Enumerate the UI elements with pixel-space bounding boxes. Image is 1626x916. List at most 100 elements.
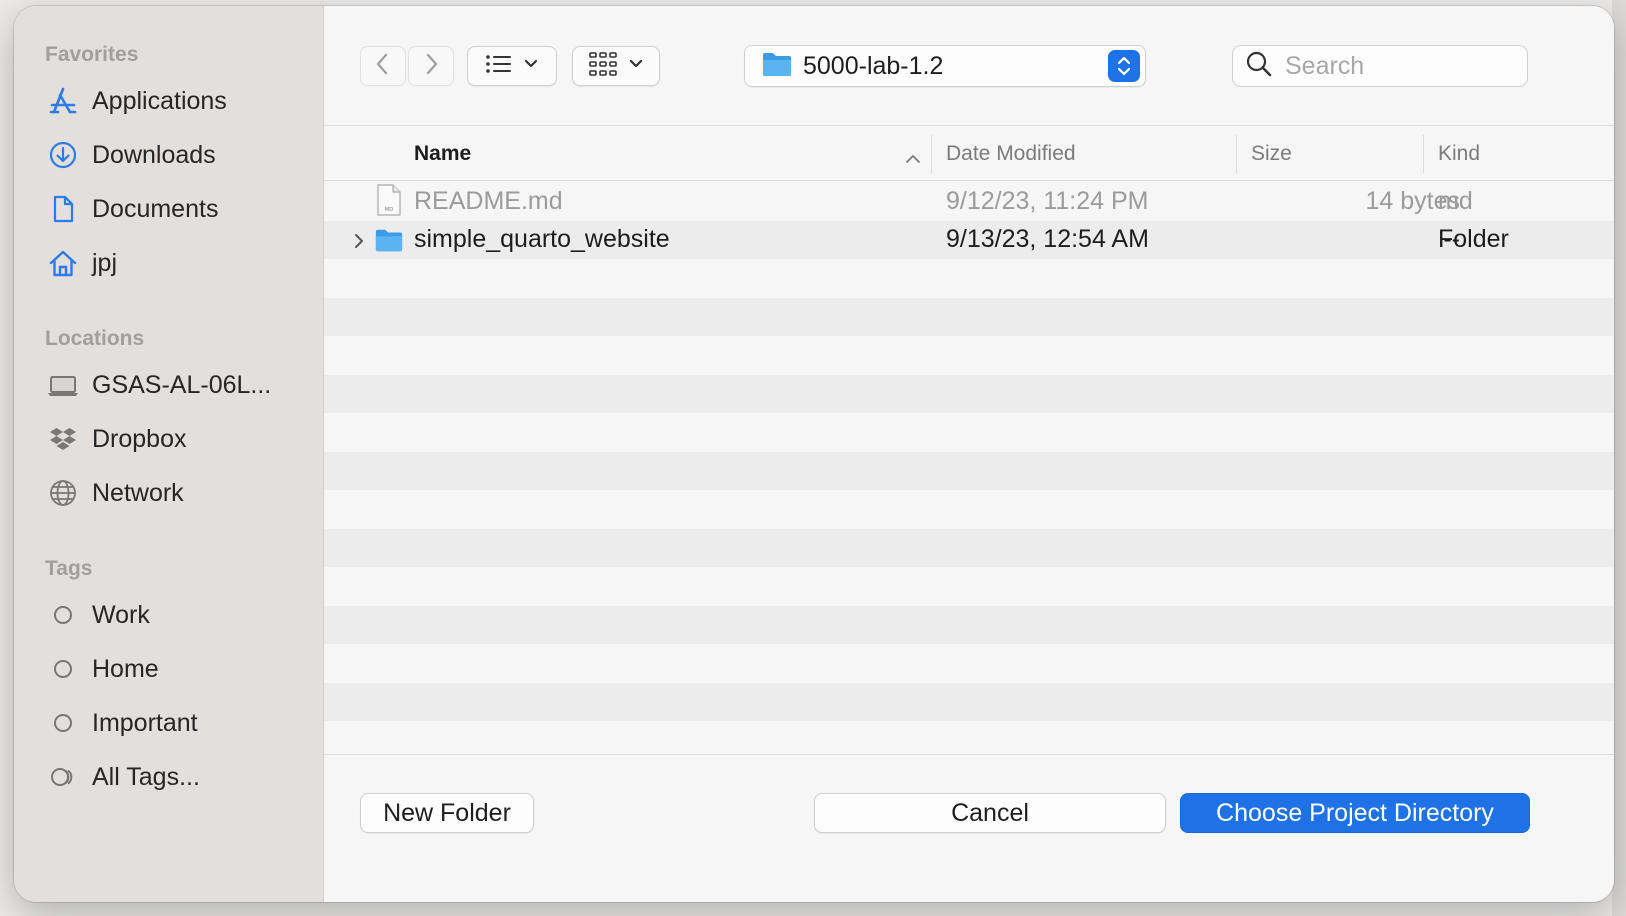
grid-icon [588,51,618,82]
dropbox-icon [46,422,80,456]
sidebar-item-label: Network [92,478,184,507]
sidebar-item-label: Dropbox [92,424,187,453]
tag-circle-icon [46,652,80,686]
sidebar-item-label: All Tags... [92,762,200,791]
chevron-down-icon [628,57,644,75]
file-kind: Folder [1438,225,1509,254]
column-date-modified[interactable]: Date Modified [946,127,1236,181]
sidebar-item-computer[interactable]: GSAS-AL-06L... [14,358,323,412]
list-icon [485,53,513,80]
empty-row [324,336,1614,375]
column-separator [931,135,932,173]
list-view-button[interactable] [467,46,557,86]
column-separator [1236,135,1237,173]
new-folder-button[interactable]: New Folder [360,793,534,833]
column-name[interactable]: Name [414,127,934,181]
file-kind: md [1438,186,1473,215]
file-name: simple_quarto_website [414,225,670,254]
search-input[interactable] [1285,51,1505,81]
choose-project-directory-button[interactable]: Choose Project Directory [1180,793,1530,833]
chevron-down-icon [523,57,539,75]
toolbar: 5000-lab-1.2 [324,6,1614,126]
tags-header: Tags [45,557,93,580]
sidebar-item-home[interactable]: jpj [14,236,323,290]
column-separator [1423,135,1424,173]
background-window-edge [1612,0,1626,916]
sidebar-item-tag-work[interactable]: Work [14,588,323,642]
chevron-right-icon [421,52,441,81]
locations-header: Locations [45,327,145,350]
documents-icon [46,192,80,226]
sidebar-item-label: Home [92,654,159,683]
sidebar-item-label: jpj [92,248,118,277]
list-bottom-divider [324,754,1614,755]
sidebar-item-all-tags[interactable]: All Tags... [14,750,323,804]
sidebar-item-network[interactable]: Network [14,466,323,520]
downloads-icon [46,138,80,172]
empty-row [324,451,1614,490]
file-browser: 5000-lab-1.2 Name Date [324,6,1614,902]
empty-row [324,413,1614,452]
sidebar-item-applications[interactable]: Applications [14,74,323,128]
home-icon [46,246,80,280]
applications-icon [46,84,80,118]
empty-row [324,374,1614,413]
file-date: 9/13/23, 12:54 AM [946,225,1149,254]
empty-row [324,259,1614,298]
back-button[interactable] [360,46,406,86]
sidebar-item-label: Applications [92,86,227,115]
column-kind[interactable]: Kind [1438,127,1588,181]
file-row-readme[interactable]: MD README.md 9/12/23, 11:24 PM 14 bytes … [324,182,1614,221]
column-header: Name Date Modified Size Kind [324,127,1614,181]
file-list: MD README.md 9/12/23, 11:24 PM 14 bytes … [324,182,1614,754]
column-name-label: Name [414,142,472,165]
favorites-header: Favorites [45,43,139,66]
file-name: README.md [414,186,563,215]
forward-button[interactable] [408,46,454,86]
location-label: 5000-lab-1.2 [803,51,944,80]
sidebar-item-documents[interactable]: Documents [14,182,323,236]
favorites-section: Favorites Applications Downloads Documen… [14,40,323,290]
popup-stepper-icon [1108,50,1140,82]
locations-section: Locations GSAS-AL-06L... Dropbox Network [14,324,323,520]
column-kind-label: Kind [1438,142,1481,165]
empty-row [324,567,1614,606]
cancel-button[interactable]: Cancel [814,793,1166,833]
disclosure-triangle-icon[interactable] [352,229,366,258]
sort-ascending-icon [904,147,922,171]
column-date-label: Date Modified [946,142,1076,165]
sidebar-item-tag-home[interactable]: Home [14,642,323,696]
markdown-file-icon: MD [376,183,402,224]
sidebar-item-downloads[interactable]: Downloads [14,128,323,182]
folder-icon [761,50,793,83]
column-size[interactable]: Size [1251,127,1421,181]
search-field[interactable] [1232,45,1528,87]
empty-row [324,297,1614,336]
empty-row [324,644,1614,683]
laptop-icon [46,368,80,402]
file-date: 9/12/23, 11:24 PM [946,186,1149,215]
open-folder-dialog: Favorites Applications Downloads Documen… [14,6,1614,902]
sidebar: Favorites Applications Downloads Documen… [14,6,324,902]
file-row-simple-quarto-website[interactable]: simple_quarto_website 9/13/23, 12:54 AM … [324,220,1614,261]
empty-row [324,528,1614,567]
empty-row [324,605,1614,644]
sidebar-item-dropbox[interactable]: Dropbox [14,412,323,466]
sidebar-item-label: Important [92,708,198,737]
chevron-left-icon [373,52,393,81]
column-size-label: Size [1251,142,1292,165]
empty-row [324,490,1614,529]
empty-row [324,682,1614,721]
empty-row [324,721,1614,754]
tags-section: Tags Work Home Important All Tags... [14,554,323,804]
sidebar-item-label: GSAS-AL-06L... [92,370,272,399]
tag-circle-icon [46,706,80,740]
group-view-button[interactable] [572,46,660,86]
folder-icon [374,226,404,261]
sidebar-item-tag-important[interactable]: Important [14,696,323,750]
svg-text:MD: MD [385,207,393,213]
tag-circle-icon [46,598,80,632]
location-popup[interactable]: 5000-lab-1.2 [744,45,1146,87]
sidebar-item-label: Documents [92,194,219,223]
search-icon [1245,50,1273,83]
